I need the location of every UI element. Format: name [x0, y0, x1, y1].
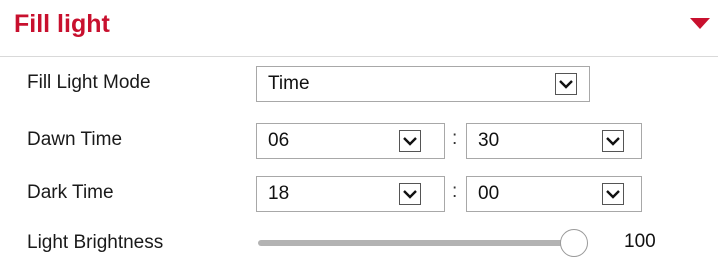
light-brightness-label: Light Brightness — [27, 232, 164, 253]
dark-time-hour-select[interactable]: 18 — [256, 176, 445, 212]
dark-time-label: Dark Time — [27, 182, 114, 203]
chevron-down-icon[interactable] — [399, 183, 421, 205]
dawn-time-minute-value: 30 — [478, 130, 500, 151]
brightness-value: 100 — [624, 231, 656, 252]
fill-light-mode-label: Fill Light Mode — [27, 72, 151, 93]
chevron-down-icon[interactable] — [602, 183, 624, 205]
dawn-time-hour-value: 06 — [268, 130, 290, 151]
chevron-down-icon[interactable] — [399, 130, 421, 152]
fill-light-mode-value: Time — [268, 73, 310, 94]
dawn-time-label: Dawn Time — [27, 129, 123, 150]
dark-time-minute-select[interactable]: 00 — [466, 176, 642, 212]
time-separator: : — [452, 181, 458, 202]
section-header: Fill light — [0, 0, 718, 57]
dawn-time-hour-select[interactable]: 06 — [256, 123, 445, 159]
brightness-slider-track[interactable] — [258, 240, 584, 246]
dark-time-hour-value: 18 — [268, 183, 290, 204]
section-title: Fill light — [14, 10, 110, 38]
time-separator: : — [452, 128, 458, 149]
fill-light-mode-select[interactable]: Time — [256, 66, 590, 102]
brightness-slider-thumb[interactable] — [560, 229, 589, 257]
chevron-down-icon[interactable] — [555, 73, 577, 95]
dawn-time-minute-select[interactable]: 30 — [466, 123, 642, 159]
dark-time-minute-value: 00 — [478, 183, 500, 204]
chevron-down-icon[interactable] — [602, 130, 624, 152]
caret-down-icon[interactable] — [690, 18, 710, 29]
